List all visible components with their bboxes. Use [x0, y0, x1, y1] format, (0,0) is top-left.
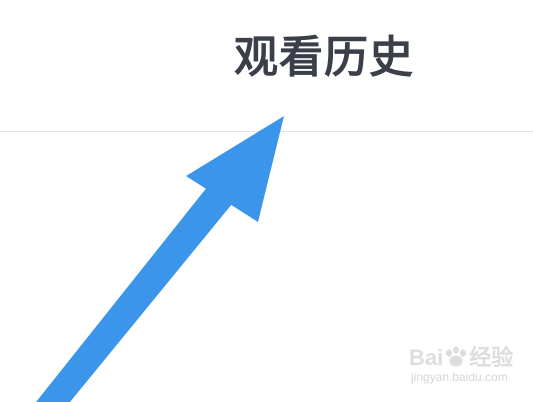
page-title[interactable]: 观看历史 — [234, 28, 414, 88]
watermark-brand-right: 经验 — [469, 345, 514, 370]
header-bar: 观看历史 — [0, 0, 533, 131]
watermark: Bai 经验 jingyan.baidu.com — [409, 340, 527, 398]
watermark-brand: Bai 经验 — [409, 340, 513, 372]
watermark-brand-left: Bai — [409, 345, 444, 370]
header-divider — [0, 131, 533, 132]
watermark-site: jingyan.baidu.com — [411, 370, 508, 384]
paw-icon — [446, 346, 467, 367]
arrow-shaft — [36, 186, 232, 402]
